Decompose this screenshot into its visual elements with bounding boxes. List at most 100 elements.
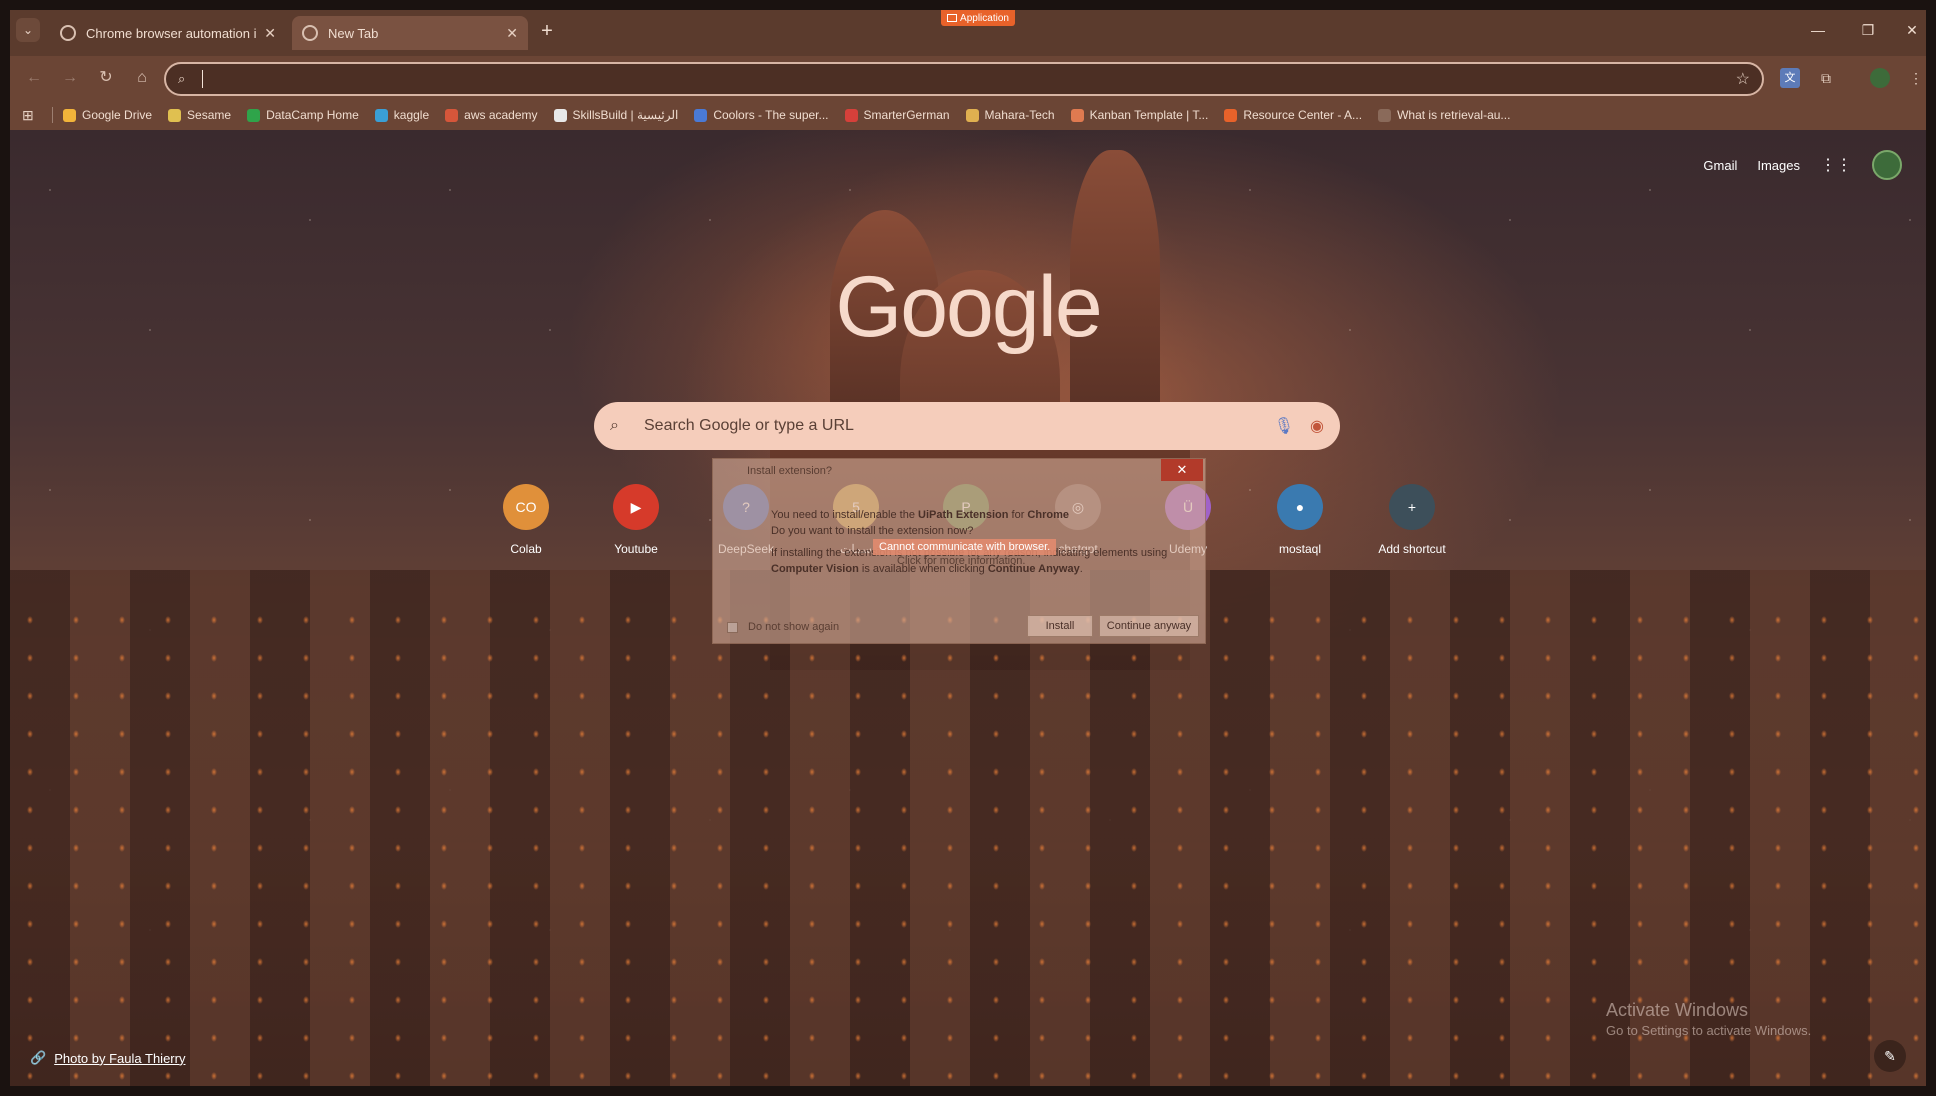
address-input[interactable] xyxy=(209,71,1762,87)
reload-button[interactable]: ↻ xyxy=(94,66,118,90)
install-extension-dialog: Install extension? ✕ You need to install… xyxy=(712,458,1206,644)
shortcut-tile[interactable]: ● mostaql xyxy=(1250,484,1350,556)
dialog-line-2: Do you want to install the extension now… xyxy=(771,525,974,537)
bookmark-item[interactable]: Resource Center - A... xyxy=(1224,108,1362,122)
bookmark-item[interactable]: Google Drive xyxy=(63,108,152,122)
watermark-title: Activate Windows xyxy=(1606,1000,1749,1020)
bookmark-favicon-icon xyxy=(247,108,261,122)
shortcut-icon: + xyxy=(1389,484,1435,530)
address-bar[interactable]: ⌕ ☆ xyxy=(164,62,1764,96)
do-not-show-row[interactable]: Do not show again xyxy=(727,621,839,633)
bookmark-favicon-icon xyxy=(844,108,858,122)
do-not-show-checkbox[interactable] xyxy=(727,621,738,633)
search-icon: ⌕ xyxy=(610,417,619,434)
chrome-icon xyxy=(302,25,318,41)
ntp-search-input[interactable] xyxy=(644,417,1266,435)
translate-icon[interactable]: 文 xyxy=(1780,68,1800,88)
error-toast[interactable]: Cannot communicate with browser. xyxy=(873,539,1057,555)
bookmark-item[interactable]: SkillsBuild | الرئيسية xyxy=(553,108,679,122)
bookmark-star-icon[interactable]: ☆ xyxy=(1736,69,1750,89)
ntp-search-box[interactable]: ⌕ 🎙 ◉ xyxy=(594,402,1340,450)
photo-credit[interactable]: 🔗 Photo by Faula Thierry xyxy=(30,1050,185,1066)
bookmark-item[interactable]: DataCamp Home xyxy=(247,108,359,122)
bookmark-favicon-icon xyxy=(694,108,708,122)
activate-windows-watermark: Activate Windows Go to Settings to activ… xyxy=(1606,1000,1811,1038)
back-button[interactable]: ← xyxy=(22,66,46,90)
shortcut-icon: CO xyxy=(503,484,549,530)
bookmarks-bar: ⊞ Google Drive Sesame DataCamp Home kaggle a… xyxy=(10,100,1926,130)
google-apps-icon[interactable]: ⋮⋮ xyxy=(1820,155,1852,175)
tab-title: Chrome browser automation is xyxy=(86,25,257,41)
tab-title: New Tab xyxy=(328,25,379,41)
shortcut-tile[interactable]: ▶ Youtube xyxy=(586,484,686,556)
bookmark-favicon-icon xyxy=(63,108,76,122)
bookmark-item[interactable]: Coolors - The super... xyxy=(694,108,829,122)
bookmark-favicon-icon xyxy=(445,108,459,122)
divider xyxy=(52,107,53,123)
shortcut-label: Colab xyxy=(510,542,542,556)
forward-button[interactable]: → xyxy=(58,66,82,90)
error-more-info[interactable]: Click for more information. xyxy=(897,555,1025,567)
extensions-icon[interactable]: ⧉ xyxy=(1816,68,1836,88)
install-button[interactable]: Install xyxy=(1027,615,1093,637)
link-icon: 🔗 xyxy=(30,1050,47,1065)
google-lens-icon[interactable]: ◉ xyxy=(1310,416,1324,436)
microphone-icon[interactable]: 🎙 xyxy=(1274,416,1294,436)
watermark-subtitle: Go to Settings to activate Windows. xyxy=(1606,1023,1812,1038)
bookmark-label: Coolors - The super... xyxy=(713,108,829,122)
tab-new-tab[interactable]: New Tab ✕ xyxy=(292,16,528,50)
bookmark-label: DataCamp Home xyxy=(266,108,359,122)
bookmark-item[interactable]: Sesame xyxy=(168,108,231,122)
window-icon xyxy=(947,14,958,22)
globe-icon xyxy=(60,25,76,41)
bookmark-favicon-icon xyxy=(374,108,388,122)
bookmark-label: Kanban Template | T... xyxy=(1089,108,1209,122)
close-icon[interactable]: ✕ xyxy=(264,25,276,42)
search-icon: ⌕ xyxy=(178,71,186,86)
photo-credit-link[interactable]: Photo by Faula Thierry xyxy=(54,1051,185,1066)
apps-grid-icon[interactable]: ⊞ xyxy=(22,107,46,124)
profile-avatar[interactable] xyxy=(1870,68,1890,88)
bookmark-label: aws academy xyxy=(464,108,538,122)
bookmark-item[interactable]: What is retrieval-au... xyxy=(1378,108,1510,122)
bookmark-label: SmarterGerman xyxy=(863,108,950,122)
bookmark-item[interactable]: SmarterGerman xyxy=(844,108,950,122)
close-window-button[interactable]: ✕ xyxy=(1890,18,1926,42)
account-avatar[interactable] xyxy=(1872,150,1902,180)
bookmark-item[interactable]: aws academy xyxy=(445,108,538,122)
minimize-button[interactable]: — xyxy=(1796,18,1840,42)
close-icon[interactable]: ✕ xyxy=(506,25,518,42)
continue-anyway-button[interactable]: Continue anyway xyxy=(1099,615,1199,637)
gmail-link[interactable]: Gmail xyxy=(1703,158,1737,173)
bookmark-label: Mahara-Tech xyxy=(984,108,1055,122)
maximize-button[interactable]: ❐ xyxy=(1846,18,1890,42)
browser-window: ⌄ Chrome browser automation is ✕ New Tab… xyxy=(0,0,1936,1096)
bookmark-item[interactable]: Mahara-Tech xyxy=(965,108,1055,122)
bookmark-favicon-icon xyxy=(168,108,182,122)
shortcut-tile[interactable]: + Add shortcut xyxy=(1362,484,1462,556)
bookmark-label: What is retrieval-au... xyxy=(1397,108,1511,122)
images-link[interactable]: Images xyxy=(1757,158,1800,173)
ntp-header-links: Gmail Images ⋮⋮ xyxy=(1683,150,1902,180)
bookmark-favicon-icon xyxy=(965,108,979,122)
shortcut-tile[interactable]: CO Colab xyxy=(476,484,576,556)
tab-strip: ⌄ Chrome browser automation is ✕ New Tab… xyxy=(10,10,1926,56)
customize-edit-button[interactable]: ✎ xyxy=(1874,1040,1906,1072)
dialog-title: Install extension? xyxy=(747,465,832,477)
bookmark-label: SkillsBuild | الرئيسية xyxy=(572,108,679,122)
home-button[interactable]: ⌂ xyxy=(130,66,154,90)
new-tab-page: Gmail Images ⋮⋮ Google ⌕ 🎙 ◉ CO Colab ▶ You… xyxy=(10,130,1926,1086)
bookmark-item[interactable]: Kanban Template | T... xyxy=(1070,108,1209,122)
new-tab-button[interactable]: + xyxy=(536,20,558,42)
dialog-close-button[interactable]: ✕ xyxy=(1161,459,1203,481)
shortcut-icon: ▶ xyxy=(613,484,659,530)
menu-icon[interactable]: ⋮ xyxy=(1906,68,1926,88)
bookmark-label: Sesame xyxy=(187,108,232,122)
tab-search-button[interactable]: ⌄ xyxy=(16,18,40,42)
do-not-show-label: Do not show again xyxy=(748,621,840,633)
tab-chrome-automation[interactable]: Chrome browser automation is ✕ xyxy=(50,16,286,50)
bookmark-item[interactable]: kaggle xyxy=(374,108,429,122)
application-badge: Application xyxy=(941,10,1015,26)
bookmark-favicon-icon xyxy=(1378,108,1392,122)
shortcut-label: Youtube xyxy=(614,542,658,556)
